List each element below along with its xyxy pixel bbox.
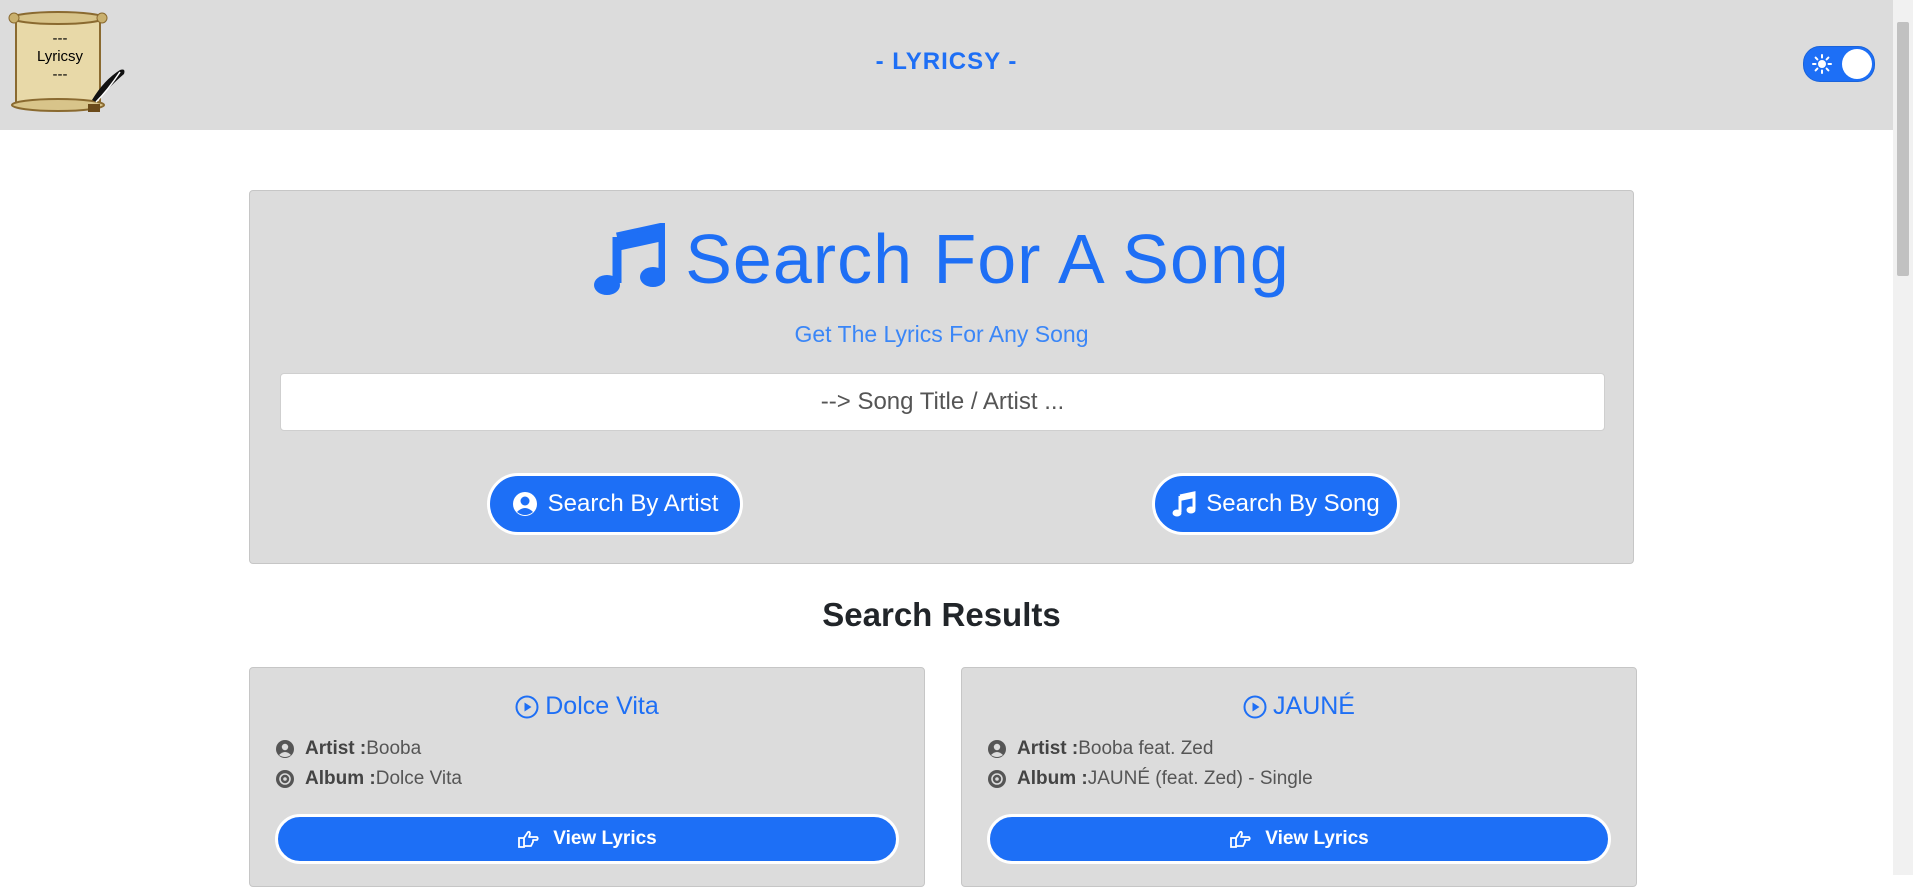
play-circle-icon <box>1243 695 1267 718</box>
song-title-text: Dolce Vita <box>545 692 659 720</box>
top-navbar: --- Lyricsy --- - LYRICSY - <box>0 0 1893 130</box>
album-value: Dolce Vita <box>375 768 462 789</box>
scrollbar-thumb[interactable] <box>1897 22 1909 276</box>
hand-point-right-icon <box>518 830 539 848</box>
album-row: Album :Dolce Vita <box>275 768 462 790</box>
view-lyrics-label: View Lyrics <box>553 828 657 849</box>
play-circle-icon <box>515 695 539 718</box>
album-label: Album : <box>305 768 376 789</box>
toggle-knob <box>1842 49 1872 79</box>
search-by-artist-button[interactable]: Search By Artist <box>487 473 743 535</box>
results-heading: Search Results <box>822 596 1061 633</box>
artist-value: Booba <box>366 738 422 759</box>
view-lyrics-button[interactable]: View Lyrics <box>275 814 899 864</box>
sun-icon <box>1812 54 1832 74</box>
album-label: Album : <box>1017 768 1088 789</box>
artist-row: Artist :Booba <box>275 738 421 760</box>
user-circle-icon <box>512 492 537 516</box>
search-by-song-button[interactable]: Search By Song <box>1152 473 1400 535</box>
search-title-text: Search For A Song <box>685 220 1290 298</box>
search-title: Search For A Song <box>250 219 1633 299</box>
disc-icon <box>988 770 1006 788</box>
logo-dash-top: --- <box>52 30 68 47</box>
album-value: JAUNÉ (feat. Zed) - Single <box>1087 768 1313 789</box>
user-circle-icon <box>276 740 294 758</box>
view-lyrics-button[interactable]: View Lyrics <box>987 814 1611 864</box>
artist-row: Artist :Booba feat. Zed <box>987 738 1213 760</box>
brand-title[interactable]: - LYRICSY - <box>0 48 1893 76</box>
view-lyrics-label: View Lyrics <box>1265 828 1369 849</box>
music-note-icon <box>594 223 666 295</box>
hand-point-right-icon <box>1230 830 1251 848</box>
song-title-text: JAUNÉ <box>1273 692 1355 720</box>
disc-icon <box>276 770 294 788</box>
result-card: Dolce Vita Artist :Booba Album :Dolce Vi… <box>249 667 925 887</box>
search-by-artist-label: Search By Artist <box>547 490 719 517</box>
search-input[interactable] <box>280 373 1605 431</box>
search-panel: Search For A Song Get The Lyrics For Any… <box>249 190 1634 564</box>
artist-label: Artist : <box>305 738 367 759</box>
music-note-icon <box>1172 491 1196 517</box>
artist-label: Artist : <box>1017 738 1079 759</box>
song-title[interactable]: Dolce Vita <box>250 692 924 721</box>
search-by-song-label: Search By Song <box>1206 490 1380 517</box>
result-card: JAUNÉ Artist :Booba feat. Zed Album :JAU… <box>961 667 1637 887</box>
album-row: Album :JAUNÉ (feat. Zed) - Single <box>987 768 1313 790</box>
page-scrollbar[interactable] <box>1893 0 1913 875</box>
song-title[interactable]: JAUNÉ <box>962 692 1636 721</box>
search-subtitle: Get The Lyrics For Any Song <box>794 321 1089 347</box>
theme-toggle[interactable] <box>1803 46 1875 82</box>
user-circle-icon <box>988 740 1006 758</box>
artist-value: Booba feat. Zed <box>1078 738 1214 759</box>
